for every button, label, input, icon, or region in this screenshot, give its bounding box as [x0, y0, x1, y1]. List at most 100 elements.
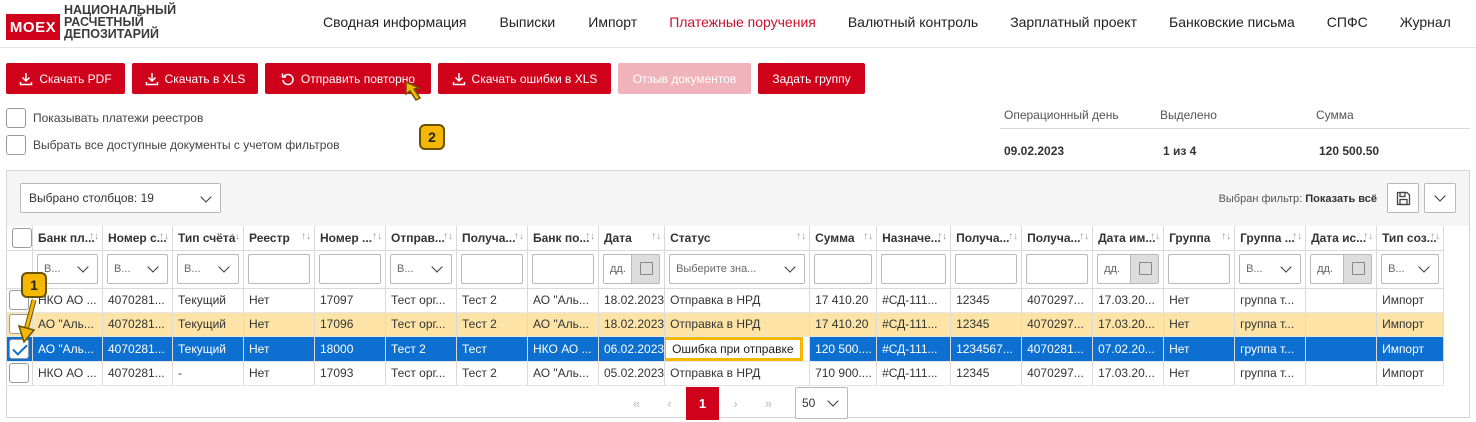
- filter-input[interactable]: [881, 254, 947, 284]
- nav-item-journal[interactable]: Журнал: [1400, 14, 1451, 30]
- nav-item-summary[interactable]: Сводная информация: [323, 14, 467, 30]
- prev-page-button[interactable]: ‹: [653, 387, 686, 420]
- sort-icon[interactable]: ↑↓: [585, 231, 595, 242]
- table-controls: Выбрано столбцов: 19 Выбран фильтр: Пока…: [7, 171, 1469, 226]
- sort-icon[interactable]: ↑↓: [863, 231, 873, 242]
- column-header[interactable]: Назначе... ↑↓: [876, 226, 952, 251]
- column-header[interactable]: Банк по... ↑↓: [527, 226, 599, 251]
- filter-input[interactable]: [319, 254, 381, 284]
- set-group-button[interactable]: Задать группу: [758, 63, 865, 94]
- column-header[interactable]: Дата ↑↓: [598, 226, 666, 251]
- step-badge-1: 1: [21, 272, 47, 298]
- column-header[interactable]: Статус ↑↓: [664, 226, 811, 251]
- filter-menu-button[interactable]: [1424, 183, 1456, 213]
- filter-date[interactable]: дд.: [1310, 254, 1373, 284]
- sort-icon[interactable]: ↑↓: [1150, 231, 1160, 242]
- select-all-option[interactable]: Выбрать все доступные документы с учетом…: [6, 135, 340, 155]
- last-page-button[interactable]: »: [752, 387, 785, 420]
- calendar-icon[interactable]: [1343, 255, 1372, 283]
- chevron-down-icon: [784, 261, 796, 273]
- table-row[interactable]: АО "Аль... 4070281... Текущий Нет 17096 Тест …: [7, 312, 1445, 337]
- column-header[interactable]: Номер с... ↑↓: [102, 226, 173, 251]
- column-header[interactable]: Получа... ↑↓: [1021, 226, 1094, 251]
- current-page-button[interactable]: 1: [686, 386, 719, 420]
- next-page-button[interactable]: ›: [719, 387, 752, 420]
- nav-item-payment-orders[interactable]: Платежные поручения: [669, 14, 816, 30]
- sort-icon[interactable]: ↑↓: [230, 231, 240, 242]
- first-page-button[interactable]: «: [620, 387, 653, 420]
- filter-select[interactable]: В...: [107, 254, 168, 284]
- table-row-selected[interactable]: АО "Аль... 4070281... Текущий Нет 18000 Тест …: [7, 336, 1445, 362]
- filter-select[interactable]: В...: [390, 254, 452, 284]
- sort-icon[interactable]: ↑↓: [651, 231, 661, 242]
- nav-item-spfs[interactable]: СПФС: [1327, 14, 1368, 30]
- active-filter: Выбран фильтр: Показать всё: [1218, 193, 1377, 205]
- sort-icon[interactable]: ↑↓: [1292, 231, 1302, 242]
- sort-icon[interactable]: ↑↓: [937, 231, 947, 242]
- filter-input[interactable]: [532, 254, 594, 284]
- table-row[interactable]: НКО АО ... 4070281... Текущий Нет 17097 Тест …: [7, 288, 1445, 313]
- column-header[interactable]: Дата им... ↑↓: [1092, 226, 1165, 251]
- download-icon: [20, 72, 33, 85]
- column-header[interactable]: Банк пл... ↑↓: [32, 226, 103, 251]
- column-header[interactable]: Тип соз... ↑↓: [1376, 226, 1445, 251]
- column-header[interactable]: Тип счёта ↑↓: [172, 226, 244, 251]
- filter-input[interactable]: [955, 254, 1018, 284]
- sort-icon[interactable]: ↑↓: [1363, 231, 1373, 242]
- filter-input[interactable]: [814, 254, 873, 284]
- nav-item-bank-letters[interactable]: Банковские письма: [1169, 14, 1295, 30]
- filter-select[interactable]: В...: [177, 254, 239, 284]
- column-header[interactable]: Дата ис... ↑↓: [1305, 226, 1378, 251]
- row-checkbox[interactable]: [9, 363, 29, 383]
- revoke-documents-button[interactable]: Отзыв документов: [618, 63, 751, 94]
- select-all-rows-checkbox[interactable]: [12, 227, 32, 248]
- filter-select[interactable]: В...: [1381, 254, 1440, 284]
- select-all-checkbox[interactable]: [6, 135, 26, 155]
- filter-date[interactable]: дд.: [603, 254, 661, 284]
- calendar-icon[interactable]: [631, 255, 660, 283]
- column-header[interactable]: Номер ... ↑↓: [314, 226, 386, 251]
- chevron-down-icon: [1434, 190, 1446, 202]
- sort-icon[interactable]: ↑↓: [1221, 231, 1231, 242]
- filter-input[interactable]: [1026, 254, 1089, 284]
- sort-icon[interactable]: ↑↓: [372, 231, 382, 242]
- show-registry-checkbox[interactable]: [6, 108, 26, 128]
- column-header[interactable]: Группа ↑↓: [1163, 226, 1236, 251]
- logo[interactable]: MOEX НАЦИОНАЛЬНЫЙ РАСЧЕТНЫЙ ДЕПОЗИТАРИЙ: [6, 4, 176, 40]
- show-registry-option[interactable]: Показывать платежи реестров: [6, 108, 203, 128]
- filter-date[interactable]: дд.: [1097, 254, 1160, 284]
- nav-item-salary-project[interactable]: Зарплатный проект: [1010, 14, 1137, 30]
- status-filter-select[interactable]: Выберите зна...: [669, 254, 806, 284]
- page-size-select[interactable]: 50: [795, 387, 848, 419]
- column-header[interactable]: Получа... ↑↓: [950, 226, 1023, 251]
- filter-select[interactable]: В...: [1239, 254, 1302, 284]
- filter-input[interactable]: [248, 254, 310, 284]
- download-xls-button[interactable]: Скачать в XLS: [132, 63, 258, 94]
- column-header[interactable]: Группа ... ↑↓: [1234, 226, 1307, 251]
- download-pdf-button[interactable]: Скачать PDF: [6, 63, 125, 94]
- nav-item-statements[interactable]: Выписки: [500, 14, 556, 30]
- column-header[interactable]: Отправ... ↑↓: [385, 226, 457, 251]
- column-header[interactable]: Сумма ↑↓: [809, 226, 878, 251]
- sort-icon[interactable]: ↑↓: [514, 231, 524, 242]
- column-header[interactable]: Реестр ↑↓: [243, 226, 315, 251]
- nav-item-import[interactable]: Импорт: [588, 14, 637, 30]
- sort-icon[interactable]: ↑↓: [1430, 231, 1440, 242]
- sort-icon[interactable]: ↑↓: [1008, 231, 1018, 242]
- sort-icon[interactable]: ↑↓: [443, 231, 453, 242]
- sort-icon[interactable]: ↑↓: [159, 231, 169, 242]
- sort-icon[interactable]: ↑↓: [796, 231, 806, 242]
- logo-mark: MOEX: [6, 14, 60, 40]
- sort-icon[interactable]: ↑↓: [89, 231, 99, 242]
- table-row[interactable]: НКО АО ... 4070281... - Нет 17093 Тест орг...…: [7, 361, 1445, 386]
- download-errors-xls-button[interactable]: Скачать ошибки в XLS: [438, 63, 611, 94]
- filter-input[interactable]: [461, 254, 523, 284]
- sort-icon[interactable]: ↑↓: [301, 231, 311, 242]
- column-header[interactable]: Получа... ↑↓: [456, 226, 528, 251]
- sort-icon[interactable]: ↑↓: [1079, 231, 1089, 242]
- columns-select[interactable]: Выбрано столбцов: 19: [20, 183, 221, 213]
- filter-input[interactable]: [1168, 254, 1231, 284]
- nav-item-currency-control[interactable]: Валютный контроль: [848, 14, 978, 30]
- save-filter-button[interactable]: [1387, 183, 1419, 213]
- calendar-icon[interactable]: [1130, 255, 1159, 283]
